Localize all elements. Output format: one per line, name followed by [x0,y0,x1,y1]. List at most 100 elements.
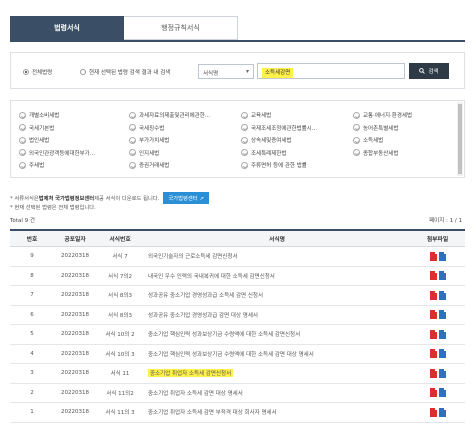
category-item[interactable]: 증권거래세법 [129,159,241,172]
form-name-link[interactable]: 중소기업 핵심인력 성과보상기금 수령액에 대한 소득세 감면 대상 명세서 [148,352,314,358]
hwp-file-icon[interactable] [438,310,446,320]
form-name-link[interactable]: 성과공유 중소기업 경영성과급 감면 대상 명세서 [148,313,258,319]
category-item[interactable]: 외국인관광객등에대한부가... [19,147,129,160]
chevron-down-icon: ▾ [245,68,249,75]
row-form-name: 중소기업 핵심인력 성과보상기금 수령액에 대한 소득세 감면 대상 명세서 [144,350,410,358]
check-circle-icon [129,111,136,119]
category-item[interactable]: 소득세법 [353,134,453,147]
form-name-link[interactable]: 성과공유 중소기업 경영성과급 소득세 감면 신청서 [148,293,263,299]
row-attachments [410,310,465,320]
pdf-file-icon[interactable] [429,271,437,281]
category-label: 조세특례제한법 [251,150,287,157]
check-circle-icon [19,161,26,169]
form-name-link[interactable]: 중소기업 취업자 소득세 감면신청서 [148,369,234,378]
pdf-file-icon[interactable] [429,349,437,359]
row-form-no: 서식 8의3 [108,293,132,300]
national-law-center-button[interactable]: 국가법령센터 ↗ [163,192,209,204]
header-date: 공포일자 [64,237,86,243]
search-input[interactable]: 소득세감면 [257,63,405,79]
category-item[interactable]: 교육세법 [241,109,353,122]
row-no: 8 [30,272,34,279]
row-attachments [410,368,465,378]
category-item[interactable]: 국세기본법 [19,122,129,135]
category-item[interactable]: 주류면허 등에 관한 법률 [241,159,353,172]
row-form-no: 서식 10의 3 [105,351,135,358]
category-item[interactable]: 주세법 [19,159,129,172]
notice-bold: 법제처 국가법령정보센터 [38,196,95,202]
radio-search-within[interactable]: 현재 선택된 법령 검색 결과 내 검색 [80,68,170,76]
category-item[interactable]: 개별소비세법 [19,109,129,122]
check-circle-icon [129,149,136,157]
category-item[interactable]: 조세특례제한법 [241,147,353,160]
scrollbar-thumb[interactable] [458,104,462,174]
tab-admin-rule-forms[interactable]: 행정규칙서식 [124,16,238,40]
row-form-name: 중소기업 취업자 소득세 감면 부적격 대상 회사자 명세서 [144,408,410,416]
tab-underline [10,40,465,42]
pdf-file-icon[interactable] [429,290,437,300]
check-circle-icon [241,124,248,132]
row-date: 20220318 [61,272,89,279]
row-attachments [410,329,465,339]
row-date: 20220318 [61,350,89,357]
header-form-no: 서식번호 [109,237,131,243]
row-no: 3 [30,370,34,377]
scrollbar[interactable] [457,102,463,176]
table-header: 번호 공포일자 서식번호 서식명 첨부파일 [10,231,465,247]
hwp-file-icon[interactable] [438,368,446,378]
category-item[interactable]: 법인세법 [19,134,129,147]
search-button[interactable]: 검색 [409,63,449,79]
hwp-file-icon[interactable] [438,290,446,300]
hwp-file-icon[interactable] [438,349,446,359]
row-form-no: 서식 8의3 [108,312,132,319]
category-item[interactable]: 종합부동산세법 [353,147,453,160]
row-no: 7 [30,292,34,299]
row-date: 20220318 [61,409,89,416]
table-row: 3 20220318 서식 11 중소기업 취업자 소득세 감면신청서 [10,364,465,384]
pdf-file-icon[interactable] [429,310,437,320]
pdf-file-icon[interactable] [429,368,437,378]
category-item[interactable]: 상속세및증여세법 [241,134,353,147]
category-item[interactable]: 부가가치세법 [129,134,241,147]
form-name-link[interactable]: 중소기업 취업자 소득세 감면 부적격 대상 회사자 명세서 [148,410,277,416]
category-item[interactable]: 교통·에너지·환경세법 [353,109,453,122]
pdf-file-icon[interactable] [429,388,437,398]
form-name-link[interactable]: 외국인기술자의 근로소득세 감면신청서 [148,254,238,260]
pdf-file-icon[interactable] [429,329,437,339]
hwp-file-icon[interactable] [438,388,446,398]
check-circle-icon [19,136,26,144]
hwp-file-icon[interactable] [438,407,446,417]
category-label: 법인세법 [29,138,50,145]
form-name-link[interactable]: 중소기업 핵심인력 성과보상기금 수령액에 대한 소득세 감면신청서 [148,332,300,338]
category-label: 국세기본법 [29,125,55,132]
form-name-link[interactable]: 내국인 우수 인력의 국내복귀에 대한 소득세 감면신청서 [148,274,275,280]
header-attachment: 첨부파일 [426,237,449,243]
table-row: 2 20220318 서식 11의2 중소기업 취업자 소득세 감면 대상 명세서 [10,384,465,403]
total-count: Total 9 건 [10,218,35,224]
radio-all-laws[interactable]: 전체법령 [23,68,52,76]
category-label: 농어촌특별세법 [363,125,399,132]
category-item[interactable]: 국세징수법 [129,122,241,135]
tab-law-forms[interactable]: 법령서식 [10,16,124,40]
search-panel: 전체법령 현재 선택된 법령 검색 결과 내 검색 서식명 ▾ 소득세감면 검색 [10,52,465,89]
category-item[interactable]: 농어촌특별세법 [353,122,453,135]
select-value: 서식명 [203,71,219,77]
search-field-select[interactable]: 서식명 ▾ [198,64,254,79]
row-form-no: 서식 7의2 [108,273,132,280]
check-circle-icon [19,124,26,132]
hwp-file-icon[interactable] [438,329,446,339]
form-name-link[interactable]: 중소기업 취업자 소득세 감면 대상 명세서 [148,391,243,397]
row-date: 20220318 [61,292,89,299]
tab-bar: 법령서식 행정규칙서식 [10,16,238,40]
hwp-file-icon[interactable] [438,251,446,261]
category-item[interactable]: 과세자료의제출및관리에관한... [129,109,241,122]
pdf-file-icon[interactable] [429,251,437,261]
check-circle-icon [129,124,136,132]
category-label: 증권거래세법 [139,163,170,170]
search-icon [419,68,426,74]
category-item[interactable]: 인지세법 [129,147,241,160]
table-row: 5 20220318 서식 10의 2 중소기업 핵심인력 성과보상기금 수령액에 대… [10,325,465,345]
pdf-file-icon[interactable] [429,407,437,417]
table-row: 4 20220318 서식 10의 3 중소기업 핵심인력 성과보상기금 수령액에 대… [10,345,465,364]
hwp-file-icon[interactable] [438,271,446,281]
category-item[interactable]: 국제조세조정에관한법률시... [241,122,353,135]
